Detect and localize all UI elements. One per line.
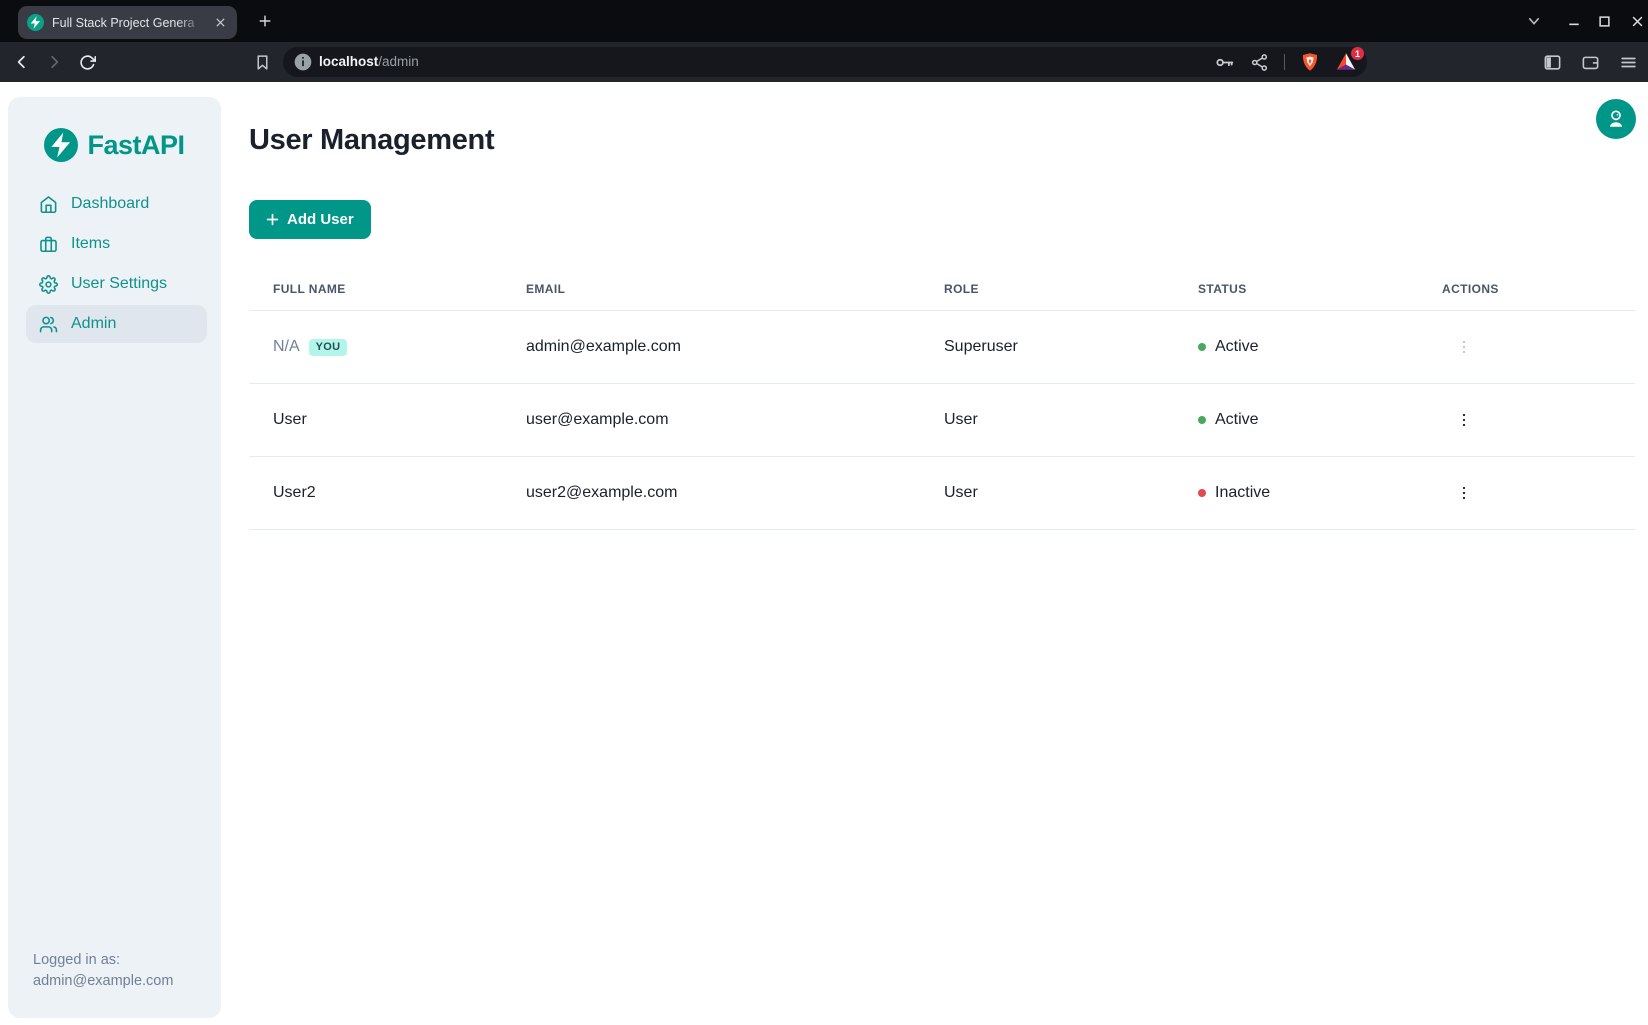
user-avatar-icon [1605, 108, 1627, 130]
status-dot [1198, 343, 1206, 351]
row-actions-menu-icon[interactable] [1451, 480, 1477, 506]
table-header: FULL NAME EMAIL ROLE STATUS ACTIONS [249, 268, 1635, 311]
fastapi-bolt-icon [44, 128, 78, 162]
brave-rewards-icon[interactable]: 1 [1335, 51, 1357, 73]
col-status: STATUS [1198, 282, 1442, 296]
col-role: ROLE [944, 282, 1198, 296]
sidebar-item-label: Admin [71, 315, 116, 333]
cell-email: user2@example.com [526, 484, 944, 502]
cell-full-name: N/A [273, 338, 300, 356]
browser-titlebar: Full Stack Project Genera [0, 0, 1648, 42]
rewards-notification-badge: 1 [1351, 47, 1364, 60]
browser-toolbar: localhost/admin 1 [0, 42, 1648, 82]
tab-title: Full Stack Project Genera [52, 16, 204, 30]
table-row: N/A YOU admin@example.com Superuser Acti… [249, 311, 1635, 384]
sidebar-item-items[interactable]: Items [26, 225, 207, 263]
cell-role: User [944, 411, 1198, 429]
row-actions-menu-icon [1451, 334, 1477, 360]
table-row: User2 user2@example.com User Inactive [249, 457, 1635, 530]
site-info-icon[interactable] [293, 52, 313, 72]
row-actions-menu-icon[interactable] [1451, 407, 1477, 433]
plus-icon [266, 213, 279, 226]
share-icon[interactable] [1250, 53, 1269, 72]
add-user-button[interactable]: Add User [249, 200, 371, 239]
cell-status: Inactive [1215, 484, 1270, 502]
maximize-icon[interactable] [1592, 9, 1616, 33]
col-full-name: FULL NAME [273, 282, 526, 296]
key-icon[interactable] [1214, 52, 1235, 73]
add-user-label: Add User [287, 211, 354, 228]
users-table: FULL NAME EMAIL ROLE STATUS ACTIONS N/A … [249, 268, 1635, 530]
tab-close-icon[interactable] [212, 15, 228, 31]
status-dot [1198, 416, 1206, 424]
cell-full-name: User2 [273, 484, 316, 502]
fastapi-favicon [27, 14, 44, 31]
sidebar: FastAPI Dashboard Items User Settings [8, 97, 221, 1018]
close-icon[interactable] [1625, 9, 1648, 33]
sidebar-item-dashboard[interactable]: Dashboard [26, 185, 207, 223]
sidebar-nav: Dashboard Items User Settings Admin [26, 185, 207, 343]
cell-full-name: User [273, 411, 307, 429]
sidebar-item-label: User Settings [71, 275, 167, 293]
user-menu-button[interactable] [1596, 99, 1636, 139]
table-row: User user@example.com User Active [249, 384, 1635, 457]
sidebar-item-label: Dashboard [71, 195, 149, 213]
col-email: EMAIL [526, 282, 944, 296]
toolbar-divider [1284, 54, 1285, 70]
menu-icon[interactable] [1616, 50, 1640, 74]
cell-email: admin@example.com [526, 338, 944, 356]
url-host: localhost [319, 54, 378, 69]
url-path: /admin [378, 54, 419, 69]
you-badge: YOU [309, 339, 348, 356]
tab-search-chevron-icon[interactable] [1522, 9, 1546, 33]
col-actions: ACTIONS [1442, 282, 1635, 296]
gear-icon [39, 275, 58, 294]
cell-status: Active [1215, 411, 1259, 429]
status-dot [1198, 489, 1206, 497]
fastapi-logo: FastAPI [8, 128, 221, 162]
logged-in-label: Logged in as: [33, 950, 173, 971]
users-icon [39, 315, 58, 334]
side-panel-icon[interactable] [1540, 50, 1564, 74]
new-tab-icon[interactable] [253, 9, 277, 33]
app-content: FastAPI Dashboard Items User Settings [0, 82, 1648, 1025]
brand-name: FastAPI [87, 130, 184, 161]
forward-icon[interactable] [42, 50, 66, 74]
logged-in-email: admin@example.com [33, 971, 173, 992]
address-bar[interactable]: localhost/admin 1 [283, 47, 1367, 77]
bookmark-icon[interactable] [250, 50, 274, 74]
briefcase-icon [39, 235, 58, 254]
sidebar-item-label: Items [71, 235, 110, 253]
cell-status: Active [1215, 338, 1259, 356]
reload-icon[interactable] [75, 50, 99, 74]
home-icon [39, 195, 58, 214]
browser-tab[interactable]: Full Stack Project Genera [18, 6, 237, 39]
page-title: User Management [249, 124, 494, 157]
brave-shield-icon[interactable] [1300, 52, 1320, 72]
cell-email: user@example.com [526, 411, 944, 429]
sidebar-item-user-settings[interactable]: User Settings [26, 265, 207, 303]
logged-in-info: Logged in as: admin@example.com [33, 950, 173, 992]
cell-role: User [944, 484, 1198, 502]
cell-role: Superuser [944, 338, 1198, 356]
back-icon[interactable] [10, 50, 34, 74]
url-text: localhost/admin [319, 47, 419, 77]
wallet-icon[interactable] [1578, 50, 1602, 74]
sidebar-item-admin[interactable]: Admin [26, 305, 207, 343]
minimize-icon[interactable] [1562, 9, 1586, 33]
